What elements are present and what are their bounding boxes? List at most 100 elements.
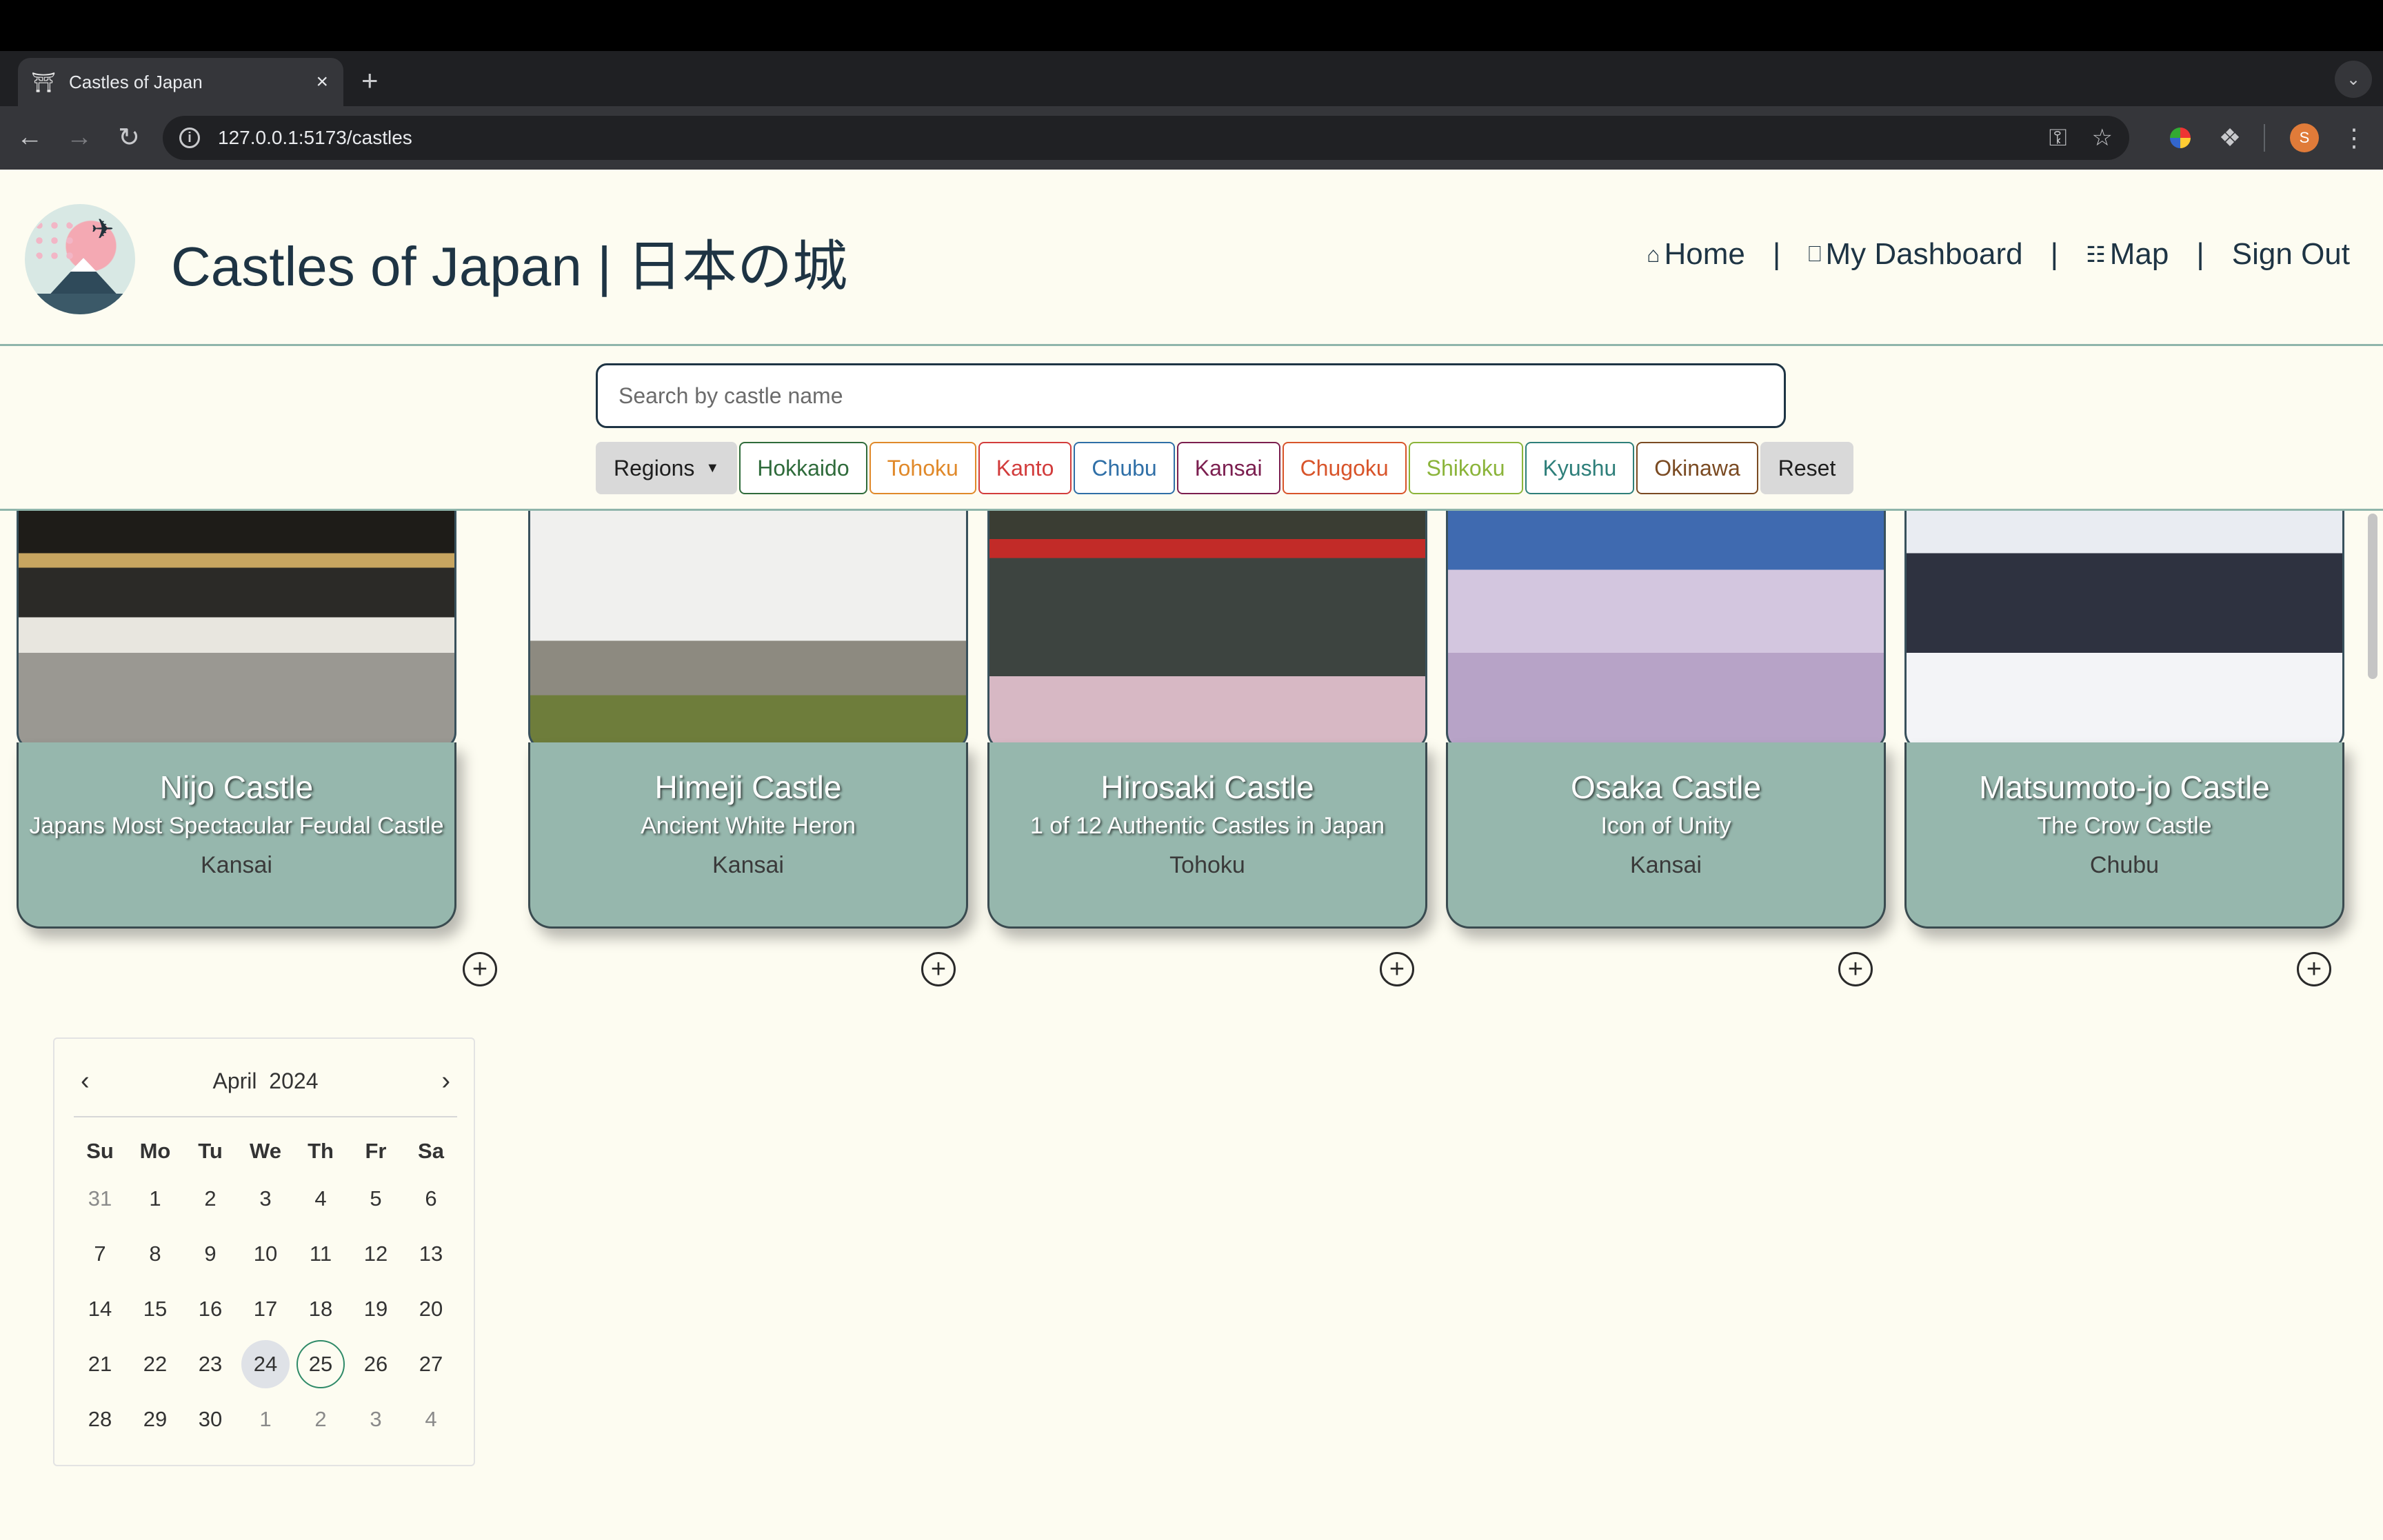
calendar-day[interactable]: 1 (128, 1171, 183, 1226)
new-tab-button[interactable]: + (361, 63, 379, 98)
filter-shikoku[interactable]: Shikoku (1408, 442, 1523, 494)
calendar-day[interactable]: 9 (183, 1226, 238, 1281)
bookmark-star-icon[interactable]: ☆ (2092, 124, 2113, 152)
calendar-day[interactable]: 27 (403, 1337, 459, 1392)
filter-kanto[interactable]: Kanto (978, 442, 1072, 494)
add-castle-plus-icon[interactable]: + (1838, 952, 1873, 986)
back-arrow-icon[interactable]: ← (12, 120, 47, 154)
filter-hokkaido[interactable]: Hokkaido (739, 442, 867, 494)
calendar-day[interactable]: 31 (72, 1171, 128, 1226)
castle-card[interactable]: Hirosaki Castle 1 of 12 Authentic Castle… (987, 511, 1427, 929)
region-filters: Regions ▼ Hokkaido Tohoku Kanto Chubu Ka… (596, 442, 1854, 494)
nav-map[interactable]: ☷ Map (2086, 237, 2169, 272)
calendar-day[interactable]: 8 (128, 1226, 183, 1281)
calendar-day[interactable]: 24 (238, 1337, 293, 1392)
calendar-day[interactable]: 22 (128, 1337, 183, 1392)
profile-avatar[interactable]: S (2286, 120, 2322, 156)
calendar-day-number: 21 (88, 1352, 112, 1376)
calendar-month: April (212, 1068, 257, 1093)
calendar-day-number: 29 (143, 1407, 168, 1431)
calendar-day[interactable]: 28 (72, 1392, 128, 1447)
filter-kansai[interactable]: Kansai (1176, 442, 1280, 494)
extension-colorful-icon[interactable] (2162, 120, 2198, 156)
calendar-day[interactable]: 14 (72, 1281, 128, 1337)
castle-card[interactable]: Matsumoto-jo Castle The Crow Castle Chub… (1904, 511, 2344, 929)
calendar-day-number: 10 (253, 1242, 278, 1266)
filter-okinawa[interactable]: Okinawa (1636, 442, 1758, 494)
calendar-day[interactable]: 21 (72, 1337, 128, 1392)
calendar-day-number: 2 (204, 1186, 217, 1210)
browser-menu-icon[interactable]: ⋮ (2336, 120, 2372, 156)
castle-card[interactable]: Nijo Castle Japans Most Spectacular Feud… (17, 511, 456, 929)
calendar-day[interactable]: 18 (293, 1281, 348, 1337)
reset-filters-button[interactable]: Reset (1760, 442, 1854, 494)
browser-tab[interactable]: ⛩ Castles of Japan × (18, 58, 343, 106)
map-icon: ☷ (2086, 242, 2106, 267)
calendar-day-number: 15 (143, 1297, 168, 1321)
url-text[interactable]: 127.0.0.1:5173/castles (218, 127, 2024, 149)
castle-tagline: The Crow Castle (2037, 813, 2212, 839)
nav-home[interactable]: ⌂ Home (1647, 237, 1745, 272)
calendar-day[interactable]: 2 (183, 1171, 238, 1226)
password-key-icon[interactable]: ⚿ (2049, 125, 2067, 152)
calendar-day-number: 20 (419, 1297, 443, 1321)
add-castle-plus-icon[interactable]: + (2297, 952, 2331, 986)
regions-dropdown[interactable]: Regions ▼ (596, 442, 738, 494)
calendar-day[interactable]: 6 (403, 1171, 459, 1226)
calendar-day[interactable]: 20 (403, 1281, 459, 1337)
castle-favicon-icon: ⛩ (31, 71, 56, 93)
chevron-right-icon[interactable]: › (441, 1066, 450, 1096)
weekday-label: Mo (139, 1139, 171, 1163)
castle-card[interactable]: Himeji Castle Ancient White Heron Kansai (528, 511, 968, 929)
scrollbar-thumb[interactable] (2368, 514, 2377, 679)
add-castle-plus-icon[interactable]: + (921, 952, 956, 986)
calendar-day[interactable]: 17 (238, 1281, 293, 1337)
calendar-day[interactable]: 4 (293, 1171, 348, 1226)
chevron-left-icon[interactable]: ‹ (81, 1066, 90, 1096)
calendar-day[interactable]: 2 (293, 1392, 348, 1447)
castle-search-input[interactable] (596, 363, 1786, 428)
calendar-day[interactable]: 23 (183, 1337, 238, 1392)
calendar-day[interactable]: 25 (293, 1337, 348, 1392)
castle-photo (987, 511, 1427, 749)
filter-kyushu[interactable]: Kyushu (1525, 442, 1635, 494)
castle-photo (1904, 511, 2344, 749)
calendar-day[interactable]: 4 (403, 1392, 459, 1447)
calendar-day[interactable]: 3 (348, 1392, 403, 1447)
calendar-day[interactable]: 13 (403, 1226, 459, 1281)
filter-chubu[interactable]: Chubu (1074, 442, 1175, 494)
castle-name: Nijo Castle (159, 769, 314, 805)
add-castle-plus-icon[interactable]: + (1380, 952, 1414, 986)
nav-home-label: Home (1664, 237, 1745, 271)
weekday-label: Th (308, 1139, 334, 1163)
calendar-day[interactable]: 16 (183, 1281, 238, 1337)
calendar-day[interactable]: 26 (348, 1337, 403, 1392)
calendar-day[interactable]: 12 (348, 1226, 403, 1281)
nav-sign-out[interactable]: Sign Out (2232, 237, 2350, 272)
calendar-day[interactable]: 1 (238, 1392, 293, 1447)
add-castle-plus-icon[interactable]: + (463, 952, 497, 986)
castles-logo[interactable]: ✈ (25, 204, 135, 314)
filter-chugoku[interactable]: Chugoku (1282, 442, 1407, 494)
castle-card[interactable]: Osaka Castle Icon of Unity Kansai (1446, 511, 1886, 929)
calendar-day[interactable]: 29 (128, 1392, 183, 1447)
site-info-icon[interactable]: i (179, 128, 200, 148)
browser-toolbar: ← → ↻ i 127.0.0.1:5173/castles ⚿ ☆ ❖ S ⋮ (0, 106, 2383, 170)
site-title: Castles of Japan | 日本の城 (171, 236, 848, 297)
filter-tohoku[interactable]: Tohoku (869, 442, 976, 494)
address-bar[interactable]: i 127.0.0.1:5173/castles ⚿ ☆ (163, 116, 2129, 160)
calendar-day[interactable]: 19 (348, 1281, 403, 1337)
calendar-day[interactable]: 11 (293, 1226, 348, 1281)
calendar-day[interactable]: 15 (128, 1281, 183, 1337)
forward-arrow-icon[interactable]: → (62, 120, 97, 154)
calendar-day[interactable]: 5 (348, 1171, 403, 1226)
extensions-puzzle-icon[interactable]: ❖ (2212, 120, 2248, 156)
tab-search-chevron-icon[interactable]: ⌄ (2335, 61, 2372, 98)
calendar-day[interactable]: 7 (72, 1226, 128, 1281)
calendar-day[interactable]: 30 (183, 1392, 238, 1447)
calendar-day[interactable]: 3 (238, 1171, 293, 1226)
nav-dashboard[interactable]: ⎕ My Dashboard (1808, 237, 2022, 272)
calendar-day[interactable]: 10 (238, 1226, 293, 1281)
close-tab-icon[interactable]: × (316, 70, 328, 94)
reload-icon[interactable]: ↻ (112, 120, 146, 154)
